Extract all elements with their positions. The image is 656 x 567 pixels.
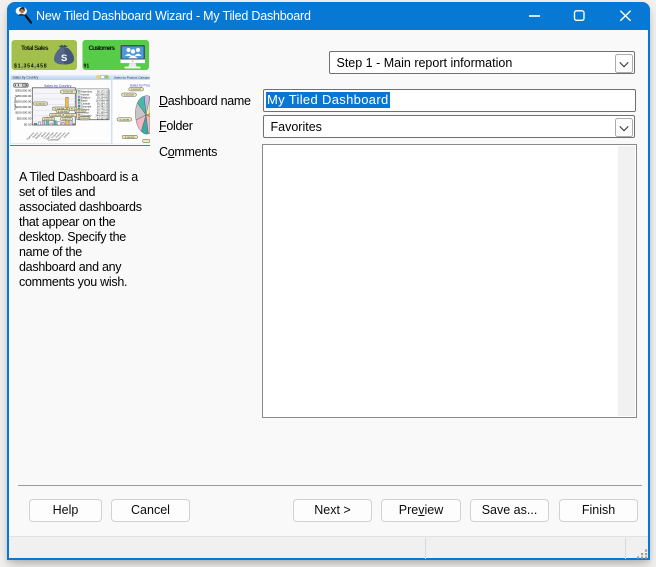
svg-text:Country: Country xyxy=(48,138,59,142)
svg-text:$300,000.00: $300,000.00 xyxy=(15,88,31,92)
svg-text:$ 33,134: $ 33,134 xyxy=(80,118,89,120)
svg-text:$ 128,996: $ 128,996 xyxy=(58,111,69,113)
svg-text:$ 55,334: $ 55,334 xyxy=(76,111,85,113)
svg-text:$ 114,968: $ 114,968 xyxy=(55,109,65,111)
svg-text:Total Price: Total Price xyxy=(13,96,17,110)
svg-text:$250,000.00: $250,000.00 xyxy=(15,94,31,98)
svg-text:$0.00: $0.00 xyxy=(24,122,32,126)
svg-text:$ 106,926: $ 106,926 xyxy=(51,115,62,117)
svg-text:Sales by Product: Sales by Product xyxy=(130,83,150,87)
svg-text:$ 36,172: $ 36,172 xyxy=(62,119,71,121)
svg-text:$ 81,3: $ 81,3 xyxy=(69,109,76,111)
svg-text:Total Sales: Total Sales xyxy=(21,45,49,52)
svg-text:$100,000.00: $100,000.00 xyxy=(15,111,31,115)
svg-text:$ 618,183: $ 618,183 xyxy=(63,92,74,94)
svg-text:S: S xyxy=(61,53,67,64)
svg-text:$ 57,317: $ 57,317 xyxy=(66,115,75,117)
svg-text:Sales by Product Category: Sales by Product Category xyxy=(114,76,150,80)
svg-text:$150,000.00: $150,000.00 xyxy=(15,105,31,109)
svg-text:91: 91 xyxy=(84,63,90,69)
svg-text:$ 244,640: $ 244,640 xyxy=(36,103,47,105)
svg-text:$50,000.00: $50,000.00 xyxy=(17,116,32,120)
svg-text:$ 49,178: $ 49,178 xyxy=(44,119,53,121)
svg-text:$ 128,996: $ 128,996 xyxy=(120,119,131,121)
svg-text:Sales by Country: Sales by Country xyxy=(44,84,72,88)
svg-text:Customers: Customers xyxy=(89,45,116,52)
svg-text:$ 244,640: $ 244,640 xyxy=(124,95,135,97)
svg-text:$200,000.00: $200,000.00 xyxy=(15,100,31,104)
svg-text:$1,354,458: $1,354,458 xyxy=(14,63,47,69)
svg-text:$ 334,782: $ 334,782 xyxy=(131,89,142,91)
svg-text:Sales by Country: Sales by Country xyxy=(13,76,39,80)
svg-text:$ 106,926: $ 106,926 xyxy=(125,137,136,139)
